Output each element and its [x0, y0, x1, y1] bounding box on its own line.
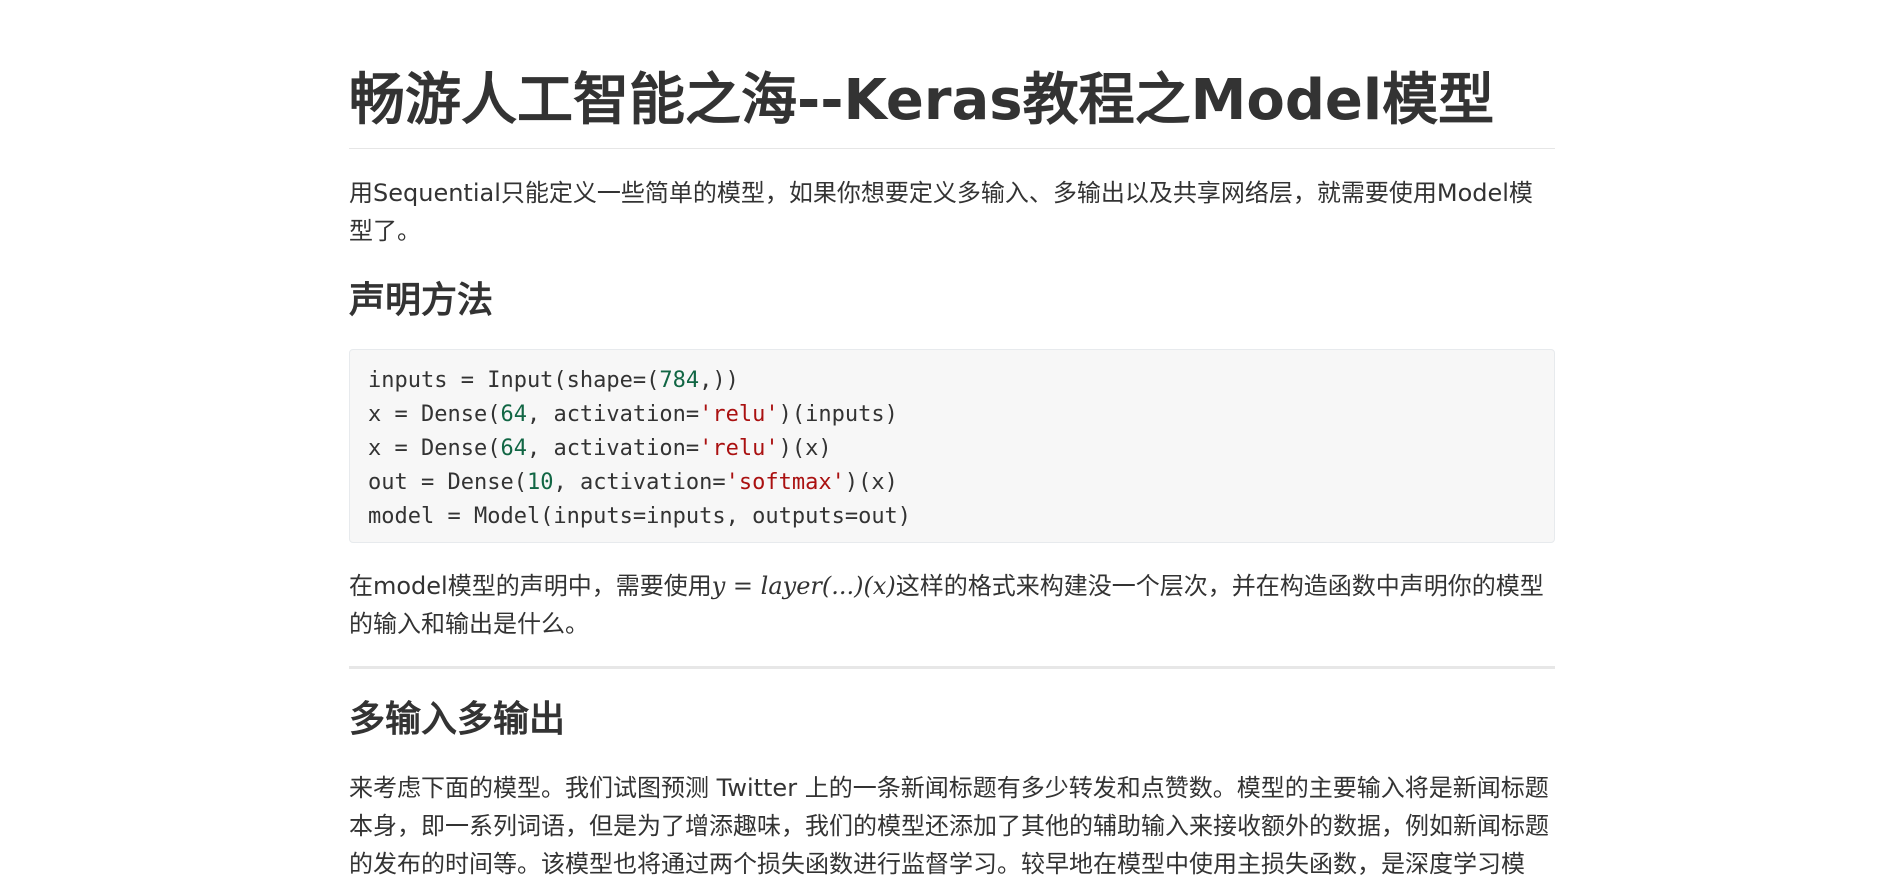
- code-token: x = Dense(: [368, 436, 501, 461]
- code-number-token: 64: [500, 436, 527, 461]
- code-line: inputs = Input(shape=(784,)): [368, 364, 1536, 398]
- code-token: , activation=: [553, 470, 726, 495]
- intro-paragraph: 用Sequential只能定义一些简单的模型，如果你想要定义多输入、多输出以及共…: [349, 179, 1533, 245]
- code-string-token: 'softmax': [725, 470, 845, 495]
- code-token: out = Dense(: [368, 470, 527, 495]
- multi-io-paragraph: 来考虑下面的模型。我们试图预测 Twitter 上的一条新闻标题有多少转发和点赞…: [349, 774, 1549, 878]
- code-token: x = Dense(: [368, 402, 501, 427]
- code-line: x = Dense(64, activation='relu')(x): [368, 432, 1536, 466]
- code-number-token: 10: [526, 470, 554, 495]
- declaration-paragraph: 在model模型的声明中，需要使用y = layer(...)(x)这样的格式来…: [349, 567, 1555, 643]
- section-divider: [349, 666, 1555, 669]
- page-title: 畅游人工智能之海--Keras教程之Model模型: [349, 68, 1495, 133]
- code-string-token: 'relu': [699, 402, 779, 427]
- code-line: model = Model(inputs=inputs, outputs=out…: [368, 500, 1536, 534]
- code-number-token: 64: [500, 402, 527, 427]
- code-token: )(inputs): [778, 402, 898, 427]
- code-string-token: 'relu': [699, 436, 779, 461]
- code-token: ,)): [699, 368, 739, 393]
- code-token: )(x): [844, 470, 898, 495]
- section-heading-declaration: 声明方法: [349, 280, 494, 321]
- code-token: inputs = Input(shape=(: [368, 368, 660, 393]
- code-line: out = Dense(10, activation='softmax')(x): [368, 466, 1536, 500]
- code-line: x = Dense(64, activation='relu')(inputs): [368, 398, 1536, 432]
- code-number-token: 784: [659, 368, 700, 393]
- code-token: model = Model(inputs=inputs, outputs=out…: [368, 504, 912, 529]
- code-token: , activation=: [526, 402, 700, 427]
- section-heading-multi-io: 多输入多输出: [349, 699, 566, 740]
- code-token: )(x): [778, 436, 832, 461]
- code-block[interactable]: inputs = Input(shape=(784,)) x = Dense(64…: [349, 349, 1555, 543]
- math-expression: y = layer(...)(x): [711, 572, 896, 600]
- declaration-text-before: 在model模型的声明中，需要使用: [349, 572, 712, 600]
- code-token: , activation=: [526, 436, 700, 461]
- title-divider: [349, 148, 1555, 149]
